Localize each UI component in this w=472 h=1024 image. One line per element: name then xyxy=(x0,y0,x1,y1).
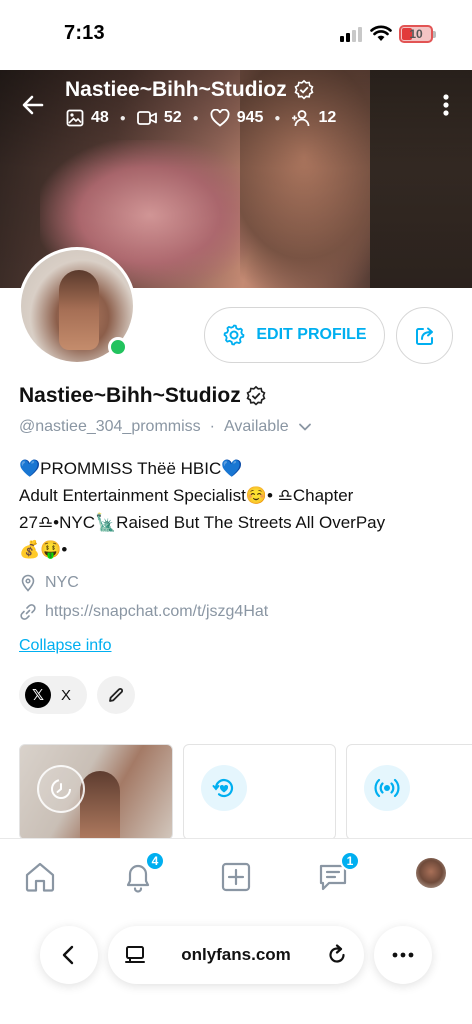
live-stream-card[interactable] xyxy=(346,744,472,840)
edit-social-button[interactable] xyxy=(97,676,135,714)
image-icon xyxy=(66,109,84,127)
verified-icon xyxy=(246,385,266,406)
share-button[interactable] xyxy=(396,307,453,364)
stat-likes-value: 945 xyxy=(236,109,264,126)
notifications-badge: 4 xyxy=(145,851,165,871)
stat-videos-value: 52 xyxy=(163,109,182,126)
heart-refresh-icon xyxy=(201,765,247,811)
social-x-label: X xyxy=(61,686,72,704)
wifi-icon xyxy=(370,25,392,41)
battery-icon: 10 xyxy=(399,25,433,43)
browser-back-button[interactable] xyxy=(40,926,98,984)
profile-handle: @nastiee_304_prommiss xyxy=(19,418,201,435)
bio-line: 💰🤑• xyxy=(19,540,68,559)
nav-new-post[interactable] xyxy=(216,857,256,897)
stat-fans-value: 12 xyxy=(318,109,337,126)
fans-icon xyxy=(292,110,310,127)
status-time: 7:13 xyxy=(64,22,105,44)
header-stats: 48 ● 52 ● 945 ● 12 xyxy=(66,109,336,127)
nav-home[interactable] xyxy=(20,857,60,897)
story-card[interactable] xyxy=(19,744,173,840)
header-title: Nastiee~Bihh~Studioz xyxy=(65,78,315,102)
broadcast-icon xyxy=(364,765,410,811)
online-status-dot xyxy=(108,337,128,357)
heart-icon xyxy=(210,109,230,127)
signal-icon xyxy=(340,27,362,42)
social-x-chip[interactable]: 𝕏 X xyxy=(19,676,87,714)
profile-bio: 💙PROMMISS Thëë HBIC💙 Adult Entertainment… xyxy=(19,455,459,563)
edit-profile-button[interactable]: EDIT PROFILE xyxy=(204,307,385,363)
status-bar: 7:13 10 xyxy=(0,0,472,70)
pencil-icon xyxy=(109,688,123,702)
more-vertical-icon[interactable] xyxy=(436,90,456,120)
browser-address-bar[interactable]: onlyfans.com xyxy=(108,926,364,984)
verified-icon xyxy=(294,79,314,100)
stat-likes: 945 xyxy=(210,109,264,127)
profile-link[interactable]: https://snapchat.com/t/jszg4Hat xyxy=(45,603,268,621)
chevron-down-icon[interactable] xyxy=(295,420,315,434)
nav-profile-avatar[interactable] xyxy=(416,858,446,888)
browser-more-button[interactable] xyxy=(374,926,432,984)
x-logo-icon: 𝕏 xyxy=(25,682,51,708)
tab-layout-icon[interactable] xyxy=(124,944,146,966)
stat-separator: ● xyxy=(192,112,199,124)
collapse-info-link[interactable]: Collapse info xyxy=(19,637,112,655)
stat-separator: ● xyxy=(119,112,126,124)
back-arrow-icon[interactable] xyxy=(18,90,48,120)
more-horizontal-icon xyxy=(392,952,414,958)
availability-dropdown[interactable]: Available xyxy=(224,418,289,436)
browser-url[interactable]: onlyfans.com xyxy=(181,945,291,965)
header-title-text: Nastiee~Bihh~Studioz xyxy=(65,78,287,101)
bio-line: Adult Entertainment Specialist☺️• ♎Chapt… xyxy=(19,486,354,505)
stat-separator: ● xyxy=(274,112,281,124)
bio-line: 27♎•NYC🗽Raised But The Streets All OverP… xyxy=(19,513,386,532)
gear-icon xyxy=(223,324,245,346)
stat-videos: 52 xyxy=(136,109,182,127)
messages-badge: 1 xyxy=(340,851,360,871)
home-icon xyxy=(25,862,55,892)
add-post-icon xyxy=(221,862,251,892)
add-story-card[interactable] xyxy=(183,744,336,840)
profile-name-text: Nastiee~Bihh~Studioz xyxy=(19,384,241,407)
bio-line: 💙PROMMISS Thëë HBIC💙 xyxy=(19,459,243,478)
profile-name: Nastiee~Bihh~Studioz xyxy=(19,384,267,408)
timer-icon xyxy=(37,765,85,813)
stat-fans: 12 xyxy=(291,109,336,127)
battery-tip xyxy=(433,31,436,38)
location-row: NYC xyxy=(19,574,79,592)
edit-profile-label: EDIT PROFILE xyxy=(256,326,367,343)
handle-row: @nastiee_304_prommiss · Available xyxy=(19,418,315,436)
link-row[interactable]: https://snapchat.com/t/jszg4Hat xyxy=(19,603,268,621)
bottom-nav: 4 1 xyxy=(0,838,472,918)
video-icon xyxy=(136,111,157,125)
share-icon xyxy=(415,327,433,345)
handle-separator: · xyxy=(209,418,215,435)
location-text: NYC xyxy=(45,574,79,591)
chevron-left-icon xyxy=(62,945,74,965)
stat-photos: 48 xyxy=(66,109,109,127)
location-pin-icon xyxy=(21,574,35,592)
link-icon xyxy=(20,604,36,620)
reload-icon[interactable] xyxy=(326,944,348,966)
stat-photos-value: 48 xyxy=(91,109,109,126)
battery-level: 10 xyxy=(409,27,423,41)
